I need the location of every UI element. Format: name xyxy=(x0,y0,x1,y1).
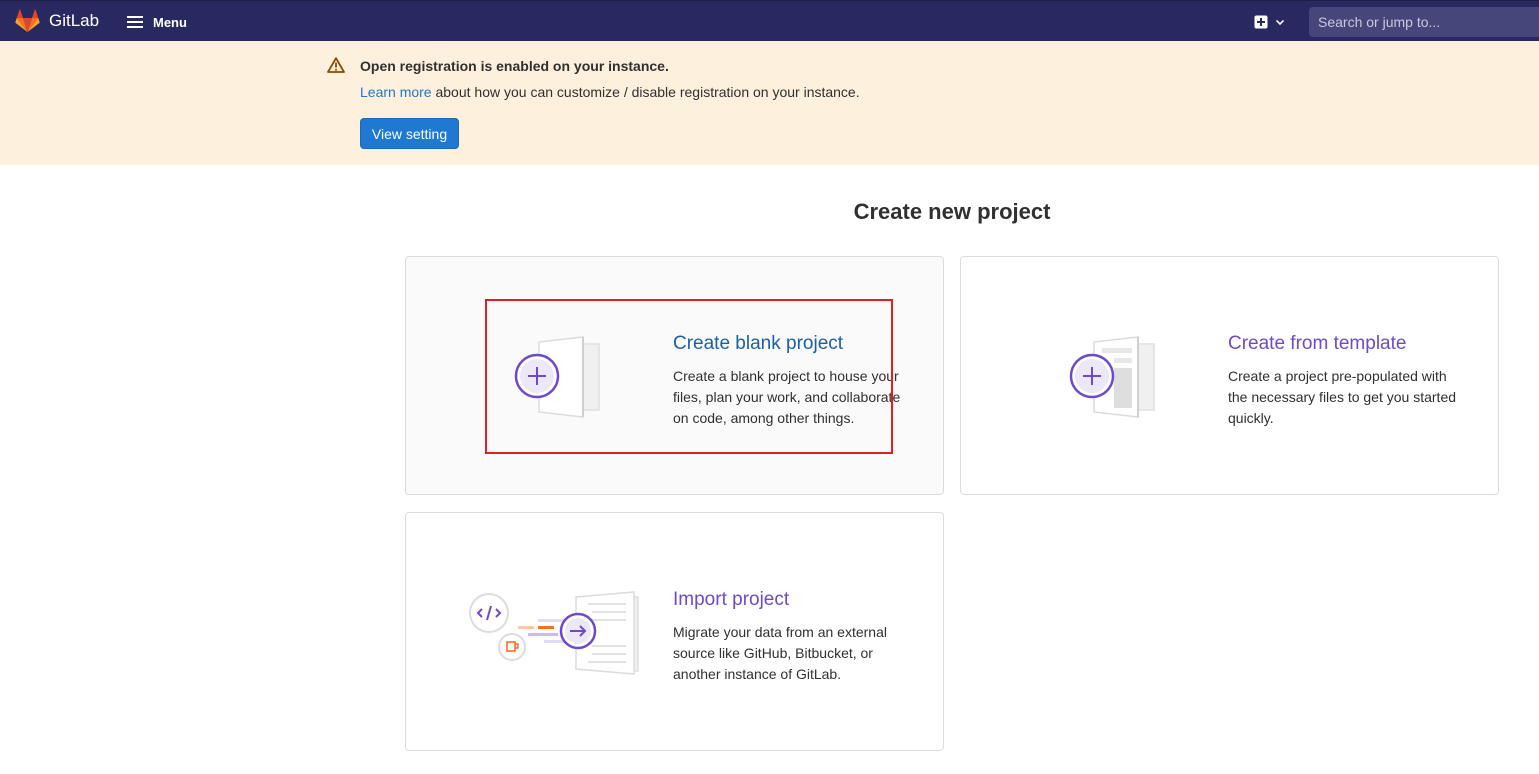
warning-icon xyxy=(327,57,345,73)
logo-text: GitLab xyxy=(49,11,100,30)
top-navbar: GitLab Menu xyxy=(0,0,1539,41)
template-illustration xyxy=(1069,336,1155,418)
banner-text: Learn more about how you can customize /… xyxy=(360,83,860,101)
gitlab-logo-icon xyxy=(15,9,40,32)
import-illustration xyxy=(469,591,639,675)
panel-title: Import project xyxy=(673,589,790,610)
blank-project-illustration xyxy=(514,336,600,418)
view-setting-button[interactable]: View setting xyxy=(360,118,459,149)
new-dropdown-button[interactable] xyxy=(1254,11,1286,33)
page-title: Create new project xyxy=(853,199,1051,224)
import-project-panel[interactable]: Import project Migrate your data from an… xyxy=(405,512,944,751)
banner-title: Open registration is enabled on your ins… xyxy=(360,58,669,74)
hamburger-icon xyxy=(127,16,143,28)
panel-title: Create blank project xyxy=(673,333,844,354)
menu-label: Menu xyxy=(153,14,187,30)
chevron-down-icon xyxy=(1275,19,1285,26)
learn-more-link[interactable]: Learn more xyxy=(360,84,432,100)
menu-button[interactable]: Menu xyxy=(127,9,187,35)
create-blank-project-panel[interactable]: Create blank project Create a blank proj… xyxy=(405,256,944,495)
plus-square-icon xyxy=(1254,15,1268,29)
gitlab-logo[interactable]: GitLab xyxy=(15,9,99,33)
banner-text-rest: about how you can customize / disable re… xyxy=(431,84,860,100)
search-input[interactable] xyxy=(1309,7,1539,37)
panel-description: Migrate your data from an external sourc… xyxy=(673,624,887,682)
panel-description: Create a project pre-populated with the … xyxy=(1228,368,1457,426)
create-from-template-panel[interactable]: Create from template Create a project pr… xyxy=(960,256,1499,495)
registration-banner: Open registration is enabled on your ins… xyxy=(0,41,1539,165)
panel-title: Create from template xyxy=(1228,333,1407,354)
panel-description: Create a blank project to house your fil… xyxy=(673,368,901,426)
